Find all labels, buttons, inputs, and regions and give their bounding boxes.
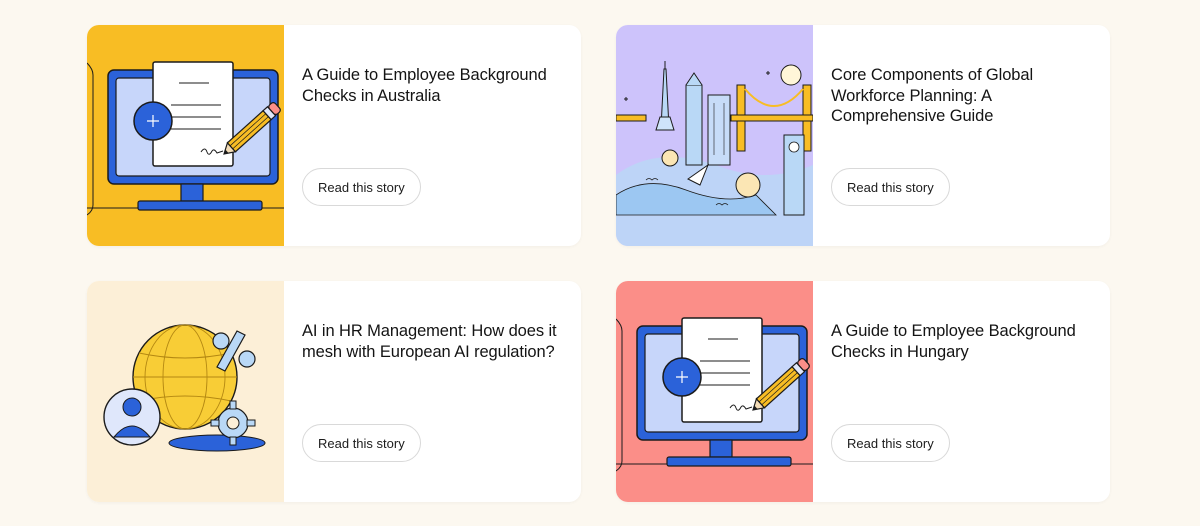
story-card[interactable]: Core Components of Global Workforce Plan… xyxy=(616,25,1110,246)
story-title[interactable]: A Guide to Employee Background Checks in… xyxy=(302,65,563,106)
read-story-button[interactable]: Read this story xyxy=(831,168,950,206)
read-story-button[interactable]: Read this story xyxy=(831,424,950,462)
story-card-body: AI in HR Management: How does it mesh wi… xyxy=(284,281,581,502)
story-card[interactable]: A Guide to Employee Background Checks in… xyxy=(616,281,1110,502)
global-cities-landmarks-icon xyxy=(616,25,813,246)
read-story-button[interactable]: Read this story xyxy=(302,168,421,206)
story-title[interactable]: A Guide to Employee Background Checks in… xyxy=(831,321,1092,362)
computer-document-pencil-icon xyxy=(87,25,284,246)
read-story-button[interactable]: Read this story xyxy=(302,424,421,462)
story-title[interactable]: AI in HR Management: How does it mesh wi… xyxy=(302,321,563,362)
computer-document-pencil-icon xyxy=(616,281,813,502)
story-card-body: A Guide to Employee Background Checks in… xyxy=(813,281,1110,502)
story-card[interactable]: AI in HR Management: How does it mesh wi… xyxy=(87,281,581,502)
story-card[interactable]: A Guide to Employee Background Checks in… xyxy=(87,25,581,246)
globe-percent-person-gear-icon xyxy=(87,281,284,502)
story-title[interactable]: Core Components of Global Workforce Plan… xyxy=(831,65,1092,127)
story-card-body: A Guide to Employee Background Checks in… xyxy=(284,25,581,246)
story-card-body: Core Components of Global Workforce Plan… xyxy=(813,25,1110,246)
